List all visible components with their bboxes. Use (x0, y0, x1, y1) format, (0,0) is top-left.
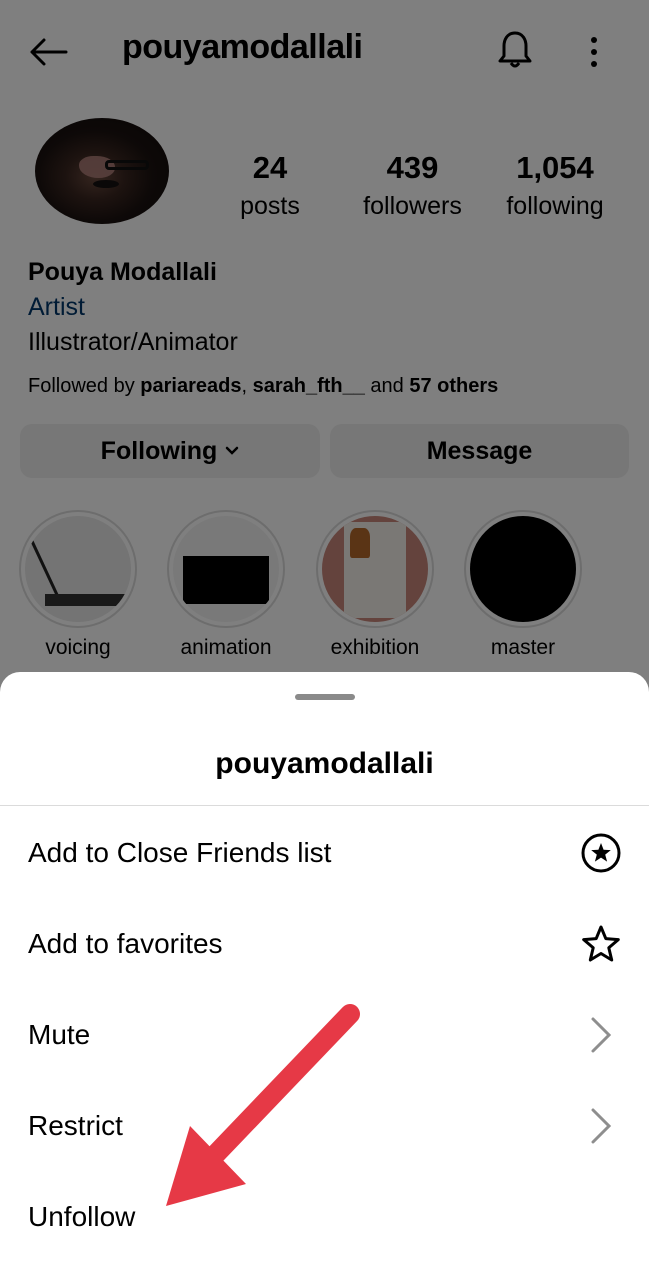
menu-item-label: Unfollow (28, 1201, 136, 1232)
chevron-right-icon (579, 1104, 623, 1148)
menu-item-favorites[interactable]: Add to favorites (0, 899, 649, 989)
close-friends-star-circle-icon (579, 831, 623, 875)
menu-item-unfollow[interactable]: Unfollow (0, 1172, 649, 1262)
menu-item-mute[interactable]: Mute (0, 990, 649, 1080)
sheet-title: pouyamodallali (215, 747, 434, 780)
chevron-right-icon (579, 1013, 623, 1057)
sheet-drag-handle[interactable] (295, 694, 355, 700)
menu-item-label: Mute (28, 1019, 91, 1050)
star-outline-icon (579, 922, 623, 966)
menu-item-close-friends[interactable]: Add to Close Friends list (0, 808, 649, 898)
bottom-sheet: pouyamodallali Add to Close Friends list… (0, 672, 649, 1280)
sheet-divider (0, 805, 649, 806)
menu-item-label: Restrict (28, 1110, 123, 1141)
menu-item-label: Add to favorites (28, 928, 223, 959)
menu-item-label: Add to Close Friends list (28, 837, 332, 868)
menu-item-restrict[interactable]: Restrict (0, 1081, 649, 1171)
